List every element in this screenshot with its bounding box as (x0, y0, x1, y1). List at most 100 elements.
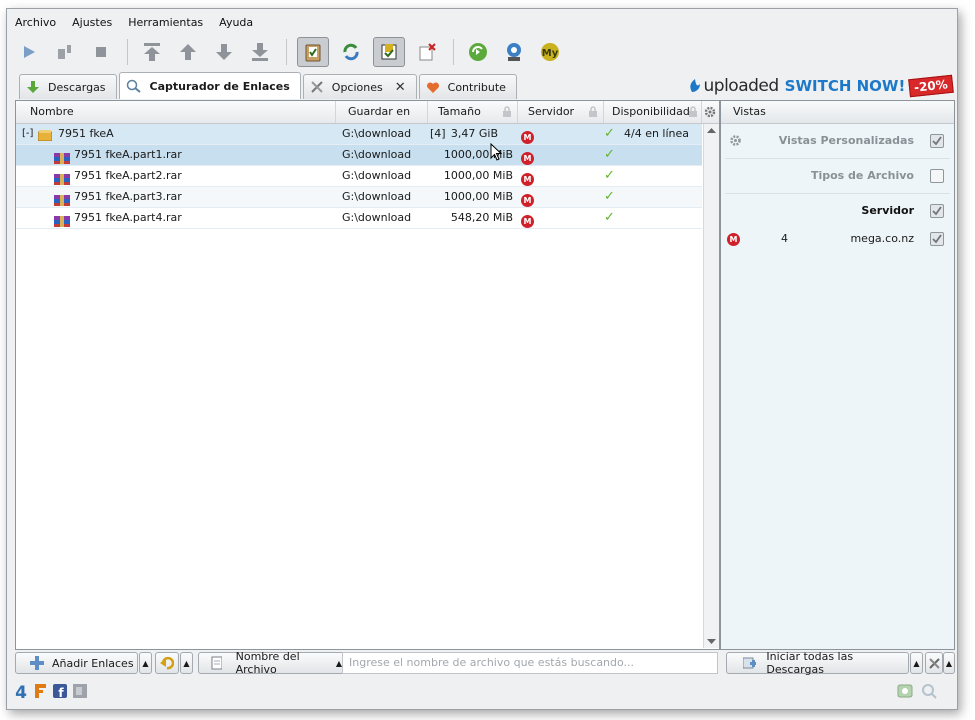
clear-list-icon[interactable] (413, 38, 441, 66)
tab-descargas[interactable]: Descargas (19, 74, 117, 99)
expand-toggle[interactable]: [-] (22, 124, 33, 144)
host-entry-name: mega.co.nz (850, 232, 914, 245)
file-save-to: G:\download (342, 211, 412, 224)
clipboard-monitor-icon[interactable] (297, 37, 329, 67)
file-row[interactable]: 7951 fkeA.part3.rar G:\download 1000,00 … (16, 187, 702, 208)
tab-bar: Descargas Capturador de Enlaces Opciones… (19, 72, 519, 99)
filefactory-icon[interactable] (33, 683, 47, 699)
reconnect-status-icon[interactable] (897, 683, 913, 699)
auto-start-icon[interactable] (373, 37, 405, 67)
online-check-icon: ✓ (604, 147, 615, 162)
move-down-icon[interactable] (210, 38, 238, 66)
mega-icon: M (521, 169, 534, 189)
host-badge: M (521, 131, 534, 144)
toolbar-separator (286, 39, 287, 65)
column-label: Servidor (528, 105, 575, 118)
file-save-to: G:\download (342, 190, 412, 203)
stop-icon[interactable] (87, 38, 115, 66)
host-badge: M (521, 194, 534, 207)
four-shared-icon[interactable]: 4 (13, 683, 29, 699)
package-availability: 4/4 en línea (624, 127, 690, 140)
add-icon (30, 656, 44, 670)
views-host-checkbox[interactable] (930, 204, 944, 218)
package-size: 3,47 GiB (450, 127, 498, 140)
host-entry-row[interactable]: M 4 mega.co.nz (725, 228, 950, 250)
rar-archive-icon (54, 211, 70, 231)
tab-capturador-de-enlaces[interactable]: Capturador de Enlaces (118, 72, 301, 99)
views-file-types-row[interactable]: Tipos de Archivo (725, 159, 950, 194)
pause-icon[interactable] (51, 38, 79, 66)
column-tamano[interactable]: Tamaño (428, 101, 518, 123)
facebook-icon[interactable]: f (53, 684, 67, 698)
column-guardar-en[interactable]: Guardar en (336, 101, 428, 123)
menu-archivo[interactable]: Archivo (7, 13, 64, 33)
scroll-up-icon[interactable] (704, 124, 719, 136)
package-row[interactable]: [-] 7951 fkeA G:\download [4] 3,47 GiB M… (16, 124, 702, 145)
start-all-downloads-button[interactable]: Iniciar todas las Descargas (726, 650, 909, 676)
column-nombre[interactable]: Nombre (16, 101, 336, 123)
views-host-row[interactable]: Servidor (725, 194, 950, 228)
column-label: Disponibilidad (612, 105, 690, 118)
file-save-to: G:\download (342, 169, 412, 182)
menu-ayuda[interactable]: Ayuda (211, 13, 261, 33)
column-servidor[interactable]: Servidor (518, 101, 604, 123)
undo-menu-button[interactable]: ▲ (180, 652, 193, 674)
host-badge: M (521, 215, 534, 228)
move-bottom-icon[interactable] (246, 38, 274, 66)
heart-icon (426, 81, 440, 94)
column-disponibilidad[interactable]: Disponibilidad (604, 101, 702, 123)
views-custom-checkbox[interactable] (930, 134, 944, 148)
svg-text:f: f (58, 686, 64, 698)
myjdownloader-icon[interactable]: My (536, 38, 564, 66)
premium-icon[interactable] (500, 38, 528, 66)
play-icon[interactable] (15, 38, 43, 66)
tools-icon (928, 657, 940, 669)
tab-opciones[interactable]: Opciones ✕ (302, 74, 417, 99)
settings-menu-button[interactable]: ▲ (943, 652, 955, 674)
ad-brand: uploaded (703, 76, 780, 96)
tab-contribute[interactable]: Contribute (418, 74, 517, 99)
move-top-icon[interactable] (138, 38, 166, 66)
filename-filter-label: Nombre del Archivo (235, 650, 300, 676)
mouse-cursor-icon (490, 143, 502, 161)
file-name: 7951 fkeA.part1.rar (74, 148, 182, 161)
linkgrabber-icon (126, 79, 142, 93)
tab-label: Contribute (447, 80, 506, 94)
linkgrabber-status-icon[interactable] (921, 683, 937, 699)
close-icon[interactable]: ✕ (395, 80, 406, 95)
document-icon (211, 656, 222, 670)
ad-discount: -20% (908, 74, 954, 98)
start-all-label: Iniciar todas las Descargas (766, 650, 854, 676)
mega-icon: M (521, 211, 534, 231)
views-file-types-checkbox[interactable] (930, 169, 944, 183)
menu-herramientas[interactable]: Herramientas (120, 13, 211, 33)
file-row[interactable]: 7951 fkeA.part2.rar G:\download 1000,00 … (16, 166, 702, 187)
settings-button[interactable] (925, 652, 943, 674)
undo-button[interactable] (155, 652, 179, 674)
uploaded-ad-banner[interactable]: uploaded SWITCH NOW! -20% (686, 74, 954, 98)
toolbar: My (15, 37, 572, 67)
update-icon[interactable] (464, 38, 492, 66)
start-all-menu-button[interactable]: ▲ (910, 652, 923, 674)
file-row[interactable]: 7951 fkeA.part1.rar G:\download 1000,00 … (16, 145, 702, 166)
reconnect-icon[interactable] (337, 38, 365, 66)
add-links-button[interactable]: Añadir Enlaces (15, 652, 138, 674)
gear-icon[interactable] (702, 101, 719, 123)
add-links-menu-button[interactable]: ▲ (139, 652, 152, 674)
tab-label: Capturador de Enlaces (149, 79, 290, 93)
depositfiles-icon[interactable] (73, 684, 87, 698)
host-entry-checkbox[interactable] (930, 232, 944, 246)
file-row[interactable]: 7951 fkeA.part4.rar G:\download 548,20 M… (16, 208, 702, 229)
views-custom-row[interactable]: Vistas Personalizadas (725, 124, 950, 159)
package-save-to: G:\download (342, 127, 412, 140)
menu-ajustes[interactable]: Ajustes (64, 13, 120, 33)
linkgrabber-table: Nombre Guardar en Tamaño Servidor Dispon… (15, 100, 720, 650)
gear-icon[interactable] (729, 134, 742, 147)
search-input[interactable]: Ingrese el nombre de archivo que estás b… (342, 652, 718, 674)
package-name: 7951 fkeA (58, 127, 114, 140)
filename-filter-select[interactable]: Nombre del Archivo ▲ (198, 650, 343, 676)
vertical-scrollbar[interactable] (703, 124, 719, 648)
uploaded-logo-icon (689, 79, 700, 92)
scroll-down-icon[interactable] (704, 636, 719, 648)
move-up-icon[interactable] (174, 38, 202, 66)
